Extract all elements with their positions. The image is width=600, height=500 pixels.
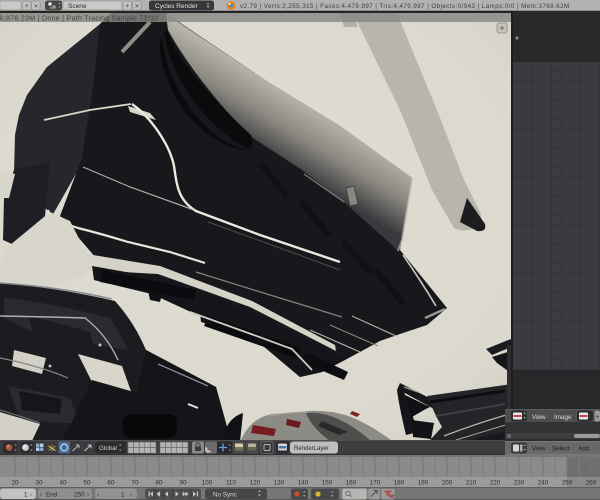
svg-text:‹: ‹: [40, 493, 42, 499]
svg-text:✕: ✕: [34, 4, 39, 10]
svg-text:250: 250: [74, 492, 85, 499]
svg-text:+: +: [596, 414, 600, 421]
svg-text:Image: Image: [554, 414, 572, 421]
svg-text:+: +: [125, 3, 129, 10]
svg-text:70: 70: [132, 480, 139, 487]
svg-text:+: +: [25, 3, 29, 10]
svg-text:v2.79 | Verts:2,255,315 | Face: v2.79 | Verts:2,255,315 | Faces:4,479,99…: [240, 3, 570, 10]
svg-text:20: 20: [12, 480, 19, 487]
svg-text:Select: Select: [552, 446, 570, 453]
svg-text:›: ›: [87, 493, 89, 499]
svg-text:No Sync: No Sync: [213, 492, 237, 499]
svg-text:k:878.23M | Done | Path Tracin: k:878.23M | Done | Path Tracing Sample 7…: [0, 16, 158, 23]
svg-text:160: 160: [346, 480, 357, 487]
svg-text:230: 230: [514, 480, 525, 487]
svg-text:1: 1: [121, 492, 125, 499]
svg-text:End: End: [46, 492, 58, 499]
svg-text:60: 60: [108, 480, 115, 487]
svg-text:170: 170: [370, 480, 381, 487]
svg-text:Scene: Scene: [68, 3, 87, 10]
svg-text:150: 150: [322, 480, 333, 487]
svg-text:210: 210: [466, 480, 477, 487]
svg-text:100: 100: [202, 480, 213, 487]
svg-text:View: View: [532, 446, 546, 453]
svg-text:50: 50: [84, 480, 91, 487]
svg-text:Cycles Render: Cycles Render: [155, 3, 198, 10]
svg-text:110: 110: [226, 480, 236, 487]
svg-text:›: ›: [130, 493, 132, 499]
svg-text:✕: ✕: [135, 4, 140, 10]
svg-text:130: 130: [274, 480, 285, 487]
svg-text:80: 80: [156, 480, 163, 487]
svg-text:RenderLayer: RenderLayer: [294, 446, 329, 452]
svg-text:40: 40: [60, 480, 67, 487]
svg-text:220: 220: [490, 480, 501, 487]
svg-text:250: 250: [562, 480, 573, 487]
svg-text:›: ›: [30, 493, 32, 499]
svg-text:120: 120: [250, 480, 261, 487]
svg-text:90: 90: [180, 480, 187, 487]
svg-text:180: 180: [394, 480, 405, 487]
svg-text:200: 200: [442, 480, 453, 487]
svg-text:140: 140: [298, 480, 309, 487]
svg-text:‹: ‹: [97, 493, 99, 499]
svg-text:Add: Add: [578, 446, 590, 453]
svg-text:190: 190: [418, 480, 429, 487]
svg-text:260: 260: [586, 480, 597, 487]
svg-text:View: View: [532, 414, 546, 421]
svg-text:1: 1: [24, 492, 28, 499]
svg-text:30: 30: [36, 480, 43, 487]
svg-text:Global: Global: [99, 445, 117, 452]
svg-text:240: 240: [538, 480, 549, 487]
